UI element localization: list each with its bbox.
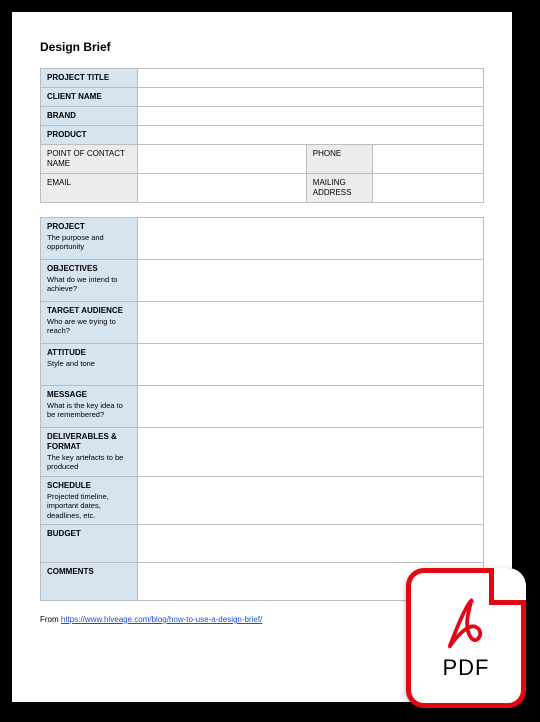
value-product <box>138 126 484 145</box>
label-target-audience: TARGET AUDIENCE Who are we trying to rea… <box>41 302 138 344</box>
value-project-section <box>138 218 484 260</box>
value-phone <box>373 145 484 174</box>
label-project-title: PROJECT TITLE <box>41 69 138 88</box>
section-sub: The key artefacts to be produced <box>47 453 131 472</box>
table-row: BRAND <box>41 107 484 126</box>
table-row: BUDGET <box>41 524 484 562</box>
section-heading: BUDGET <box>47 529 81 538</box>
label-brand: BRAND <box>41 107 138 126</box>
section-heading: TARGET AUDIENCE <box>47 306 123 315</box>
pdf-badge: PDF <box>406 568 526 708</box>
section-heading: DELIVERABLES & FORMAT <box>47 432 117 451</box>
section-heading: OBJECTIVES <box>47 264 98 273</box>
table-row: EMAIL MAILING ADDRESS <box>41 174 484 203</box>
label-product: PRODUCT <box>41 126 138 145</box>
label-message: MESSAGE What is the key idea to be remem… <box>41 386 138 428</box>
table-row: PROJECT TITLE <box>41 69 484 88</box>
value-target-audience <box>138 302 484 344</box>
pdf-label: PDF <box>443 655 490 681</box>
label-comments: COMMENTS <box>41 562 138 600</box>
table-row: SCHEDULE Projected timeline, important d… <box>41 476 484 524</box>
table-row: PROJECT The purpose and opportunity <box>41 218 484 260</box>
section-heading: ATTITUDE <box>47 348 86 357</box>
header-table: PROJECT TITLE CLIENT NAME BRAND PRODUCT … <box>40 68 484 203</box>
source-prefix: From <box>40 615 61 624</box>
section-sub: Style and tone <box>47 359 131 368</box>
value-message <box>138 386 484 428</box>
section-heading: SCHEDULE <box>47 481 91 490</box>
value-brand <box>138 107 484 126</box>
table-row: POINT OF CONTACT NAME PHONE <box>41 145 484 174</box>
value-project-title <box>138 69 484 88</box>
label-deliverables: DELIVERABLES & FORMAT The key artefacts … <box>41 428 138 477</box>
section-sub: Projected timeline, important dates, dea… <box>47 492 131 520</box>
value-poc <box>138 145 306 174</box>
value-mailing <box>373 174 484 203</box>
table-row: CLIENT NAME <box>41 88 484 107</box>
value-deliverables <box>138 428 484 477</box>
table-row: DELIVERABLES & FORMAT The key artefacts … <box>41 428 484 477</box>
pdf-icon <box>439 595 493 649</box>
source-link[interactable]: https://www.hiveage.com/blog/how-to-use-… <box>61 615 262 624</box>
label-phone: PHONE <box>306 145 372 174</box>
page-title: Design Brief <box>40 40 484 54</box>
section-heading: COMMENTS <box>47 567 94 576</box>
table-row: OBJECTIVES What do we intend to achieve? <box>41 260 484 302</box>
section-heading: PROJECT <box>47 222 85 231</box>
label-client-name: CLIENT NAME <box>41 88 138 107</box>
table-row: PRODUCT <box>41 126 484 145</box>
value-attitude <box>138 344 484 386</box>
value-schedule <box>138 476 484 524</box>
section-sub: What is the key idea to be remembered? <box>47 401 131 420</box>
label-schedule: SCHEDULE Projected timeline, important d… <box>41 476 138 524</box>
label-attitude: ATTITUDE Style and tone <box>41 344 138 386</box>
section-sub: Who are we trying to reach? <box>47 317 131 336</box>
table-row: ATTITUDE Style and tone <box>41 344 484 386</box>
table-row: MESSAGE What is the key idea to be remem… <box>41 386 484 428</box>
sections-table: PROJECT The purpose and opportunity OBJE… <box>40 217 484 601</box>
label-poc: POINT OF CONTACT NAME <box>41 145 138 174</box>
section-sub: What do we intend to achieve? <box>47 275 131 294</box>
value-email <box>138 174 306 203</box>
table-row: TARGET AUDIENCE Who are we trying to rea… <box>41 302 484 344</box>
value-client-name <box>138 88 484 107</box>
section-sub: The purpose and opportunity <box>47 233 131 252</box>
label-objectives: OBJECTIVES What do we intend to achieve? <box>41 260 138 302</box>
label-budget: BUDGET <box>41 524 138 562</box>
label-project-section: PROJECT The purpose and opportunity <box>41 218 138 260</box>
value-budget <box>138 524 484 562</box>
label-email: EMAIL <box>41 174 138 203</box>
value-objectives <box>138 260 484 302</box>
section-heading: MESSAGE <box>47 390 87 399</box>
label-mailing: MAILING ADDRESS <box>306 174 372 203</box>
